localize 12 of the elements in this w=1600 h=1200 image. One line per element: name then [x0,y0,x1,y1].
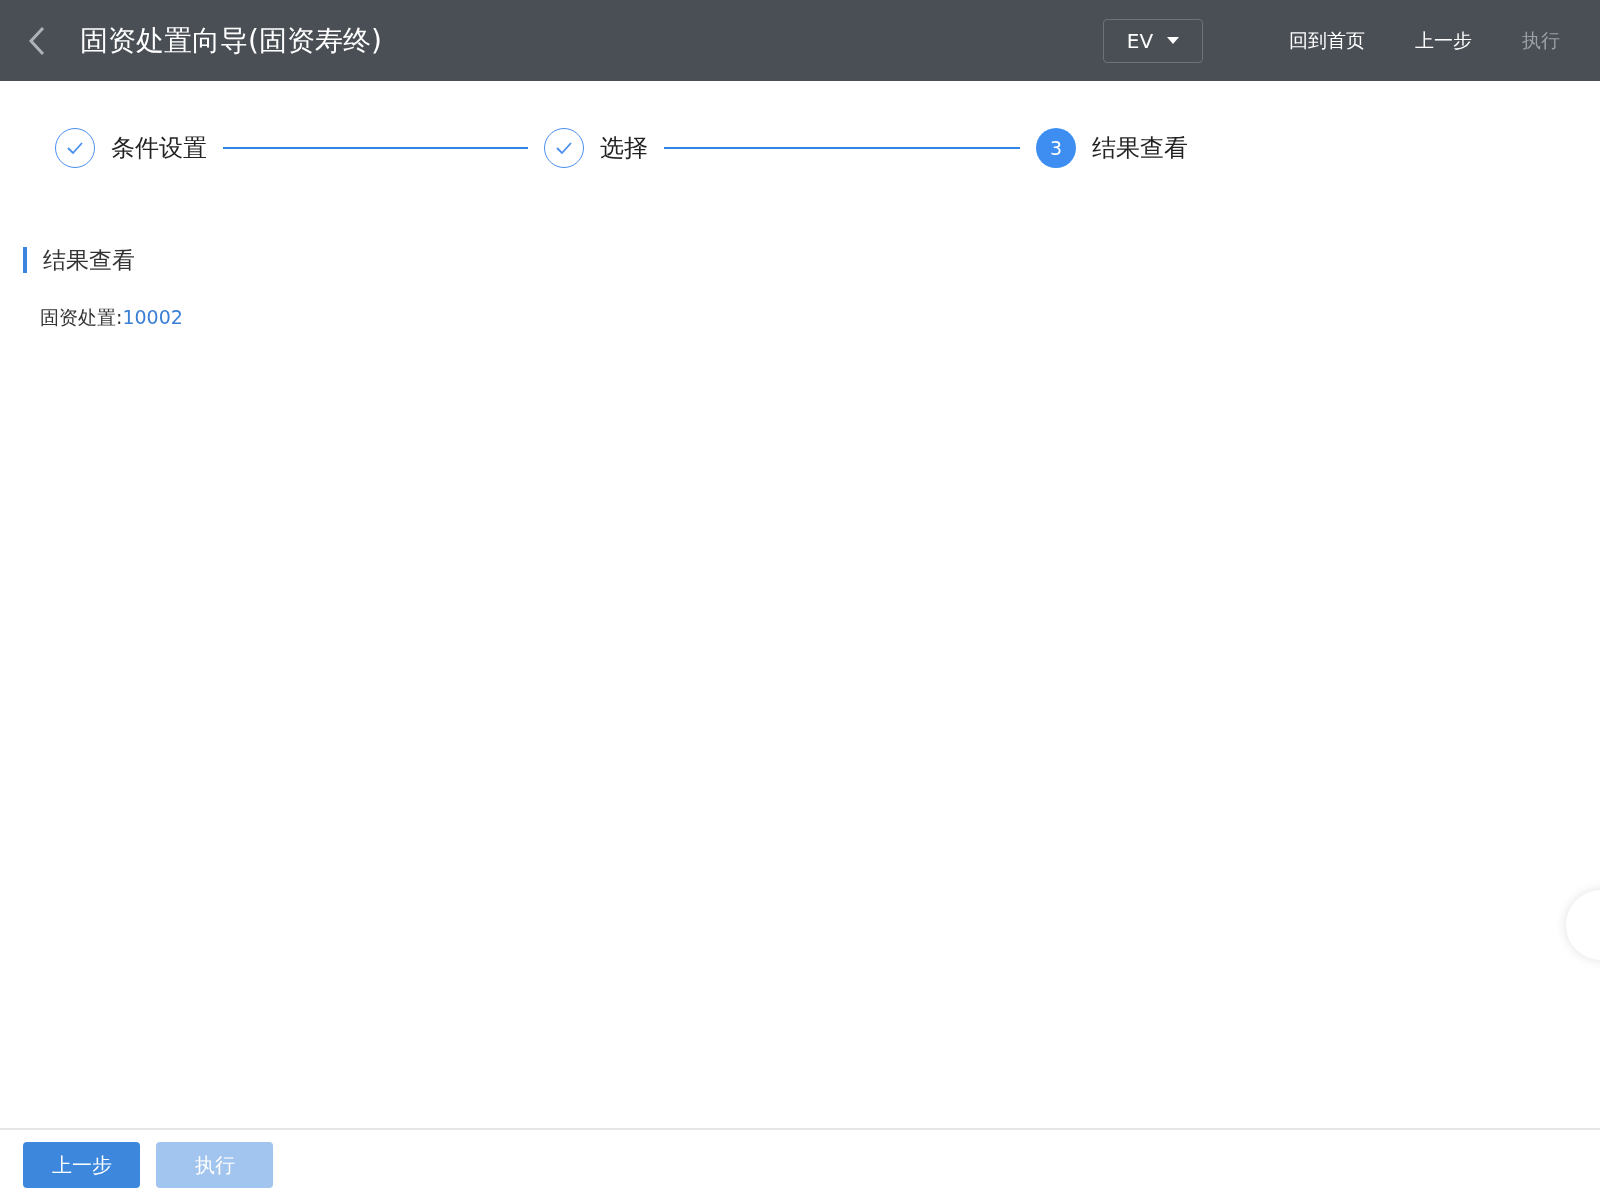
result-text: 固资处置:10002 [40,305,184,330]
caret-icon [1167,37,1180,44]
step-number: 3 [1036,128,1076,168]
header-action-button[interactable]: 上一步 [1415,27,1472,54]
header-action-button[interactable]: 回到首页 [1289,27,1365,54]
footer-button[interactable]: 上一步 [23,1142,140,1188]
section-title: 结果查看 [23,247,1600,273]
page-title: 固资处置向导(固资寿终) [80,22,383,59]
step-label: 条件设置 [111,133,207,164]
step-label: 选择 [600,133,648,164]
step-label: 结果查看 [1092,133,1188,164]
version-dropdown[interactable]: EV [1103,18,1203,63]
